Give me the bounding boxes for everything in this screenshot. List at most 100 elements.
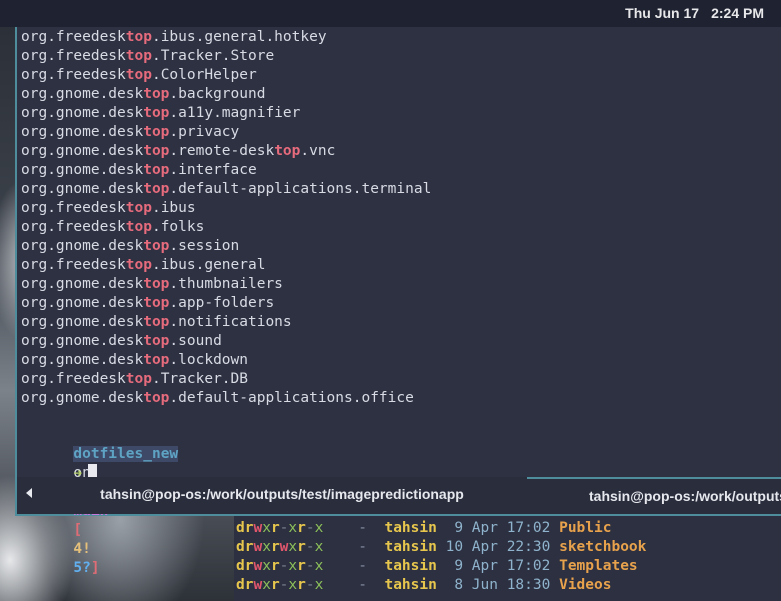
match-highlight: top: [143, 86, 170, 102]
output-text: .vnc: [300, 143, 336, 159]
listing-links: -: [358, 539, 367, 555]
output-text: org.gnome.desk: [21, 276, 144, 292]
output-text: org.gnome.desk: [21, 86, 144, 102]
output-line: org.gnome.desktop.lockdown: [21, 351, 248, 370]
listing-date: 8 Jun 18:30: [454, 577, 551, 593]
output-line: org.gnome.desktop.sound: [21, 332, 222, 351]
listing-permissions: drwxr-xr-x: [236, 558, 324, 574]
match-highlight: top: [125, 200, 152, 216]
output-text: .ColorHelper: [151, 67, 257, 83]
listing-name: Videos: [559, 577, 612, 593]
output-text: .app-folders: [169, 295, 275, 311]
output-text: org.freedesk: [21, 219, 126, 235]
scroll-left-icon[interactable]: [26, 488, 32, 498]
output-text: .background: [169, 86, 266, 102]
output-text: org.freedesk: [21, 67, 126, 83]
listing-name: sketchbook: [559, 539, 647, 555]
output-text: .remote-desk: [169, 143, 275, 159]
output-text: .Tracker.DB: [151, 371, 248, 387]
listing-row: drwxr-xr-x - tahsin 8 Jun 18:30 Videos: [236, 576, 611, 595]
output-text: org.gnome.desk: [21, 352, 144, 368]
match-highlight: top: [143, 333, 170, 349]
output-text: .folks: [151, 219, 205, 235]
output-text: org.gnome.desk: [21, 105, 144, 121]
output-line: org.gnome.desktop.a11y.magnifier: [21, 104, 300, 123]
output-line: org.freedesktop.ibus.general: [21, 256, 265, 275]
match-highlight: top: [143, 143, 170, 159]
output-text: .privacy: [169, 124, 240, 140]
output-text: org.freedesk: [21, 48, 126, 64]
match-highlight: top: [143, 181, 170, 197]
match-highlight: top: [143, 314, 170, 330]
output-text: org.gnome.desk: [21, 314, 144, 330]
terminal-window[interactable]: org.freedesktop.ibus.general.hotkey org.f…: [15, 27, 781, 576]
output-line: org.freedesktop.Tracker.Store: [21, 47, 274, 66]
output-line: org.freedesktop.ibus.general.hotkey: [21, 28, 327, 47]
output-text: .thumbnailers: [169, 276, 283, 292]
git-status-modified: 4!: [73, 541, 91, 557]
output-text: .interface: [169, 162, 257, 178]
output-line: org.gnome.desktop.privacy: [21, 123, 239, 142]
output-text: org.gnome.desk: [21, 390, 144, 406]
match-highlight: top: [125, 67, 152, 83]
output-text: org.freedesk: [21, 200, 126, 216]
tab-active[interactable]: tahsin@pop-os:/work/outputs/test/imagepr…: [37, 477, 527, 514]
output-text: .notifications: [169, 314, 292, 330]
match-highlight: top: [143, 162, 170, 178]
match-highlight: top: [125, 257, 152, 273]
input-line[interactable]: ➜: [21, 445, 98, 482]
listing-owner: tahsin: [384, 520, 437, 536]
listing-permissions: drwxr-xr-x: [236, 520, 324, 536]
output-line: org.gnome.desktop.notifications: [21, 313, 292, 332]
output-text: org.gnome.desk: [21, 333, 144, 349]
output-line: org.freedesktop.Tracker.DB: [21, 370, 248, 389]
output-text: org.gnome.desk: [21, 238, 144, 254]
listing-owner: tahsin: [384, 577, 437, 593]
git-status-close: ]: [90, 560, 100, 576]
terminal-output[interactable]: org.freedesktop.ibus.general.hotkey org.f…: [19, 27, 779, 576]
output-text: .sound: [169, 333, 222, 349]
output-text: .ibus: [151, 200, 196, 216]
output-line: org.gnome.desktop.app-folders: [21, 294, 274, 313]
git-status-untracked: 5?: [73, 560, 91, 576]
output-line: org.gnome.desktop.interface: [21, 161, 257, 180]
tab-bar: tahsin@pop-os:/work/outputs/test/imagepr…: [17, 477, 781, 514]
output-text: org.freedesk: [21, 371, 126, 387]
output-text: .a11y.magnifier: [169, 105, 301, 121]
output-text: org.gnome.desk: [21, 162, 144, 178]
output-text: .lockdown: [169, 352, 248, 368]
output-text: org.gnome.desk: [21, 181, 144, 197]
match-highlight: top: [274, 143, 301, 159]
output-text: .ibus.general.hotkey: [151, 29, 327, 45]
output-line: org.freedesktop.ColorHelper: [21, 66, 257, 85]
listing-date: 9 Apr 17:02: [454, 558, 551, 574]
output-line: org.gnome.desktop.background: [21, 85, 265, 104]
clock-time: 2:24 PM: [711, 5, 764, 21]
panel-clock[interactable]: Thu Jun 17 2:24 PM: [625, 5, 764, 21]
output-line: org.gnome.desktop.default-applications.t…: [21, 180, 431, 199]
match-highlight: top: [143, 124, 170, 140]
match-highlight: top: [143, 295, 170, 311]
background-terminal[interactable]: drwxr-xr-x - tahsin 9 Apr 17:02 Public dr…: [234, 505, 781, 601]
output-text: org.gnome.desk: [21, 143, 144, 159]
output-text: .ibus.general: [151, 257, 266, 273]
match-highlight: top: [143, 238, 170, 254]
listing-permissions: drwxr-xr-x: [236, 577, 324, 593]
output-line: org.gnome.desktop.session: [21, 237, 239, 256]
match-highlight: top: [143, 390, 170, 406]
listing-links: -: [358, 577, 367, 593]
output-text: org.gnome.desk: [21, 124, 144, 140]
match-highlight: top: [125, 371, 152, 387]
match-highlight: top: [125, 48, 152, 64]
output-text: org.gnome.desk: [21, 295, 144, 311]
match-highlight: top: [143, 105, 170, 121]
match-highlight: top: [143, 276, 170, 292]
listing-row: drwxrwxr-x - tahsin 10 Apr 22:30 sketchb…: [236, 538, 646, 557]
output-line: org.freedesktop.folks: [21, 218, 204, 237]
listing-permissions: drwxrwxr-x: [236, 539, 324, 555]
output-line: org.gnome.desktop.thumbnailers: [21, 275, 283, 294]
tab-second[interactable]: tahsin@pop-os:/work/outputs/test/imagepr…: [527, 477, 781, 514]
git-status-open: [: [73, 522, 83, 538]
listing-name: Public: [559, 520, 612, 536]
prompt-line: dotfiles_new on main [ 4! 5?]: [21, 426, 179, 576]
